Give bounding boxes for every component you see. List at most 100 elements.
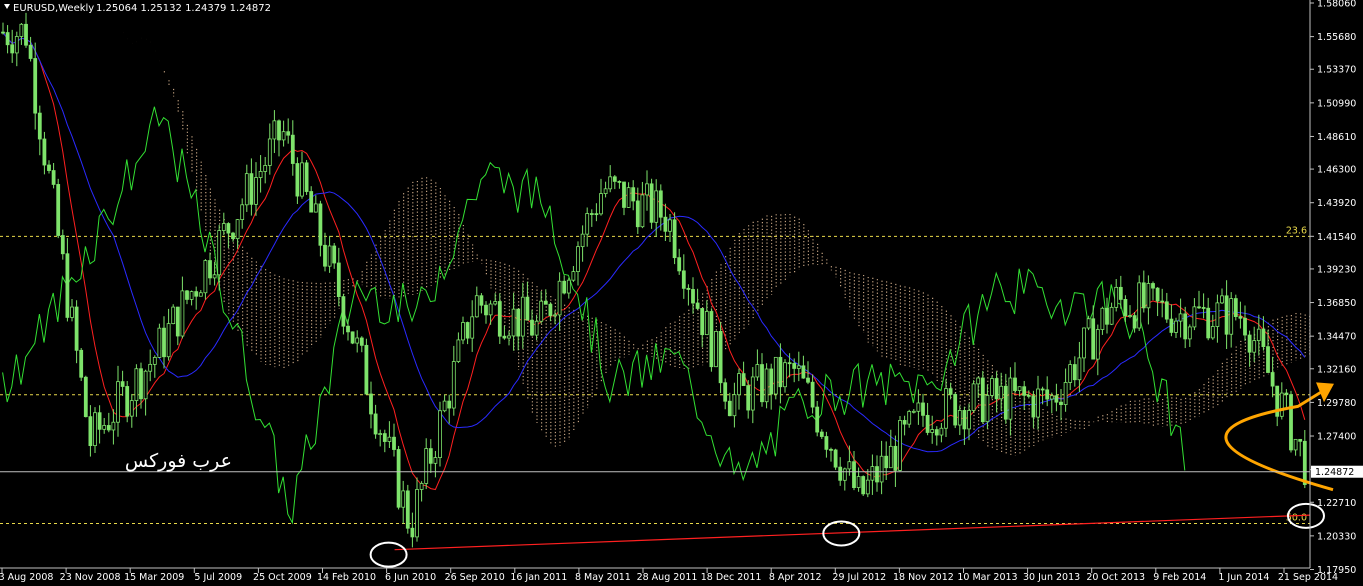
candle-body — [819, 431, 824, 437]
candle-body — [1132, 315, 1137, 329]
candle-body — [378, 433, 383, 435]
candle-body — [580, 233, 585, 248]
candle-body — [254, 177, 258, 205]
candle-body — [1026, 394, 1031, 397]
candle-body — [764, 368, 769, 403]
candle-body — [1128, 315, 1132, 318]
candle-body — [530, 319, 534, 336]
watermark-text: عرب فوركس — [125, 450, 232, 472]
candle-body — [198, 292, 203, 297]
candle-body — [1091, 318, 1096, 360]
candle-body — [401, 490, 406, 508]
candle-body — [962, 410, 967, 430]
candle-body — [967, 410, 971, 430]
candle-body — [543, 300, 548, 305]
candle-body — [746, 385, 751, 411]
candle-body — [1197, 306, 1201, 309]
candle-body — [921, 402, 925, 416]
candle-body — [1003, 385, 1008, 420]
candle-body — [300, 162, 304, 197]
price-chart[interactable]: 23.650.0 1.580601.556801.533701.509901.4… — [0, 0, 1363, 586]
candle-body — [815, 406, 820, 433]
candle-body — [1114, 286, 1119, 308]
candle-body — [985, 395, 990, 423]
candle-body — [447, 400, 452, 409]
candle-body — [948, 388, 953, 395]
candle-body — [562, 280, 567, 294]
candle-body — [373, 413, 378, 435]
candle-body — [934, 429, 939, 436]
candle-body — [208, 260, 212, 279]
candle-body — [548, 303, 553, 317]
candle-body — [622, 181, 626, 208]
candle-body — [842, 468, 847, 481]
candle-body — [106, 425, 111, 431]
candle-body — [497, 301, 502, 337]
candle-body — [1293, 438, 1298, 451]
chart-ohlc: 1.25064 1.25132 1.24379 1.24872 — [96, 3, 271, 14]
time-tick-label: 3 Aug 2008 — [0, 572, 53, 583]
candle-body — [1086, 318, 1091, 329]
candle-body — [125, 386, 130, 417]
candle-body — [888, 445, 893, 469]
time-tick-label: 14 Feb 2010 — [317, 572, 376, 583]
candle-body — [1100, 307, 1105, 330]
candle-body — [162, 327, 166, 358]
candle-body — [1252, 340, 1257, 353]
candle-body — [1155, 287, 1160, 302]
candle-body — [129, 400, 134, 417]
price-tick-label: 1.55680 — [1317, 32, 1356, 43]
candle-body — [451, 361, 456, 409]
time-tick-label: 18 Nov 2012 — [893, 572, 954, 583]
candle-body — [231, 232, 235, 240]
price-tick-label: 1.41540 — [1317, 232, 1356, 243]
candle-body — [382, 433, 387, 442]
price-tick-label: 1.43920 — [1317, 198, 1356, 209]
candle-body — [1289, 394, 1293, 451]
candle-body — [856, 476, 861, 488]
candle-body — [1068, 364, 1073, 383]
time-tick-label: 8 May 2011 — [575, 572, 631, 583]
candle-body — [599, 193, 603, 215]
candle-body — [304, 162, 309, 192]
price-tick-label: 1.36850 — [1317, 298, 1356, 309]
candle-body — [1072, 364, 1077, 381]
time-tick-label: 5 Jul 2009 — [194, 572, 242, 583]
candle-body — [139, 368, 143, 400]
candle-body — [212, 274, 217, 279]
candle-body — [1174, 320, 1178, 333]
candle-body — [1109, 306, 1114, 325]
candle-body — [1141, 282, 1146, 309]
candle-body — [861, 476, 866, 495]
candle-body — [88, 416, 93, 447]
candle-body — [120, 381, 125, 387]
price-tick-label: 1.32160 — [1317, 364, 1356, 375]
candle-body — [93, 412, 97, 447]
candle-body — [553, 314, 557, 317]
candle-body — [875, 466, 879, 483]
candle-body — [405, 490, 410, 529]
candle-body — [1279, 392, 1284, 417]
candle-body — [658, 190, 663, 218]
candle-body — [626, 187, 631, 208]
candle-body — [290, 134, 295, 164]
candle-body — [608, 176, 613, 190]
candle-body — [175, 306, 180, 337]
candle-body — [1013, 377, 1017, 391]
candle-body — [1187, 326, 1192, 340]
candle-body — [1036, 388, 1040, 418]
candle-body — [760, 364, 764, 403]
candle-body — [594, 213, 599, 216]
price-tick-label: 1.22710 — [1317, 498, 1356, 509]
candle-body — [1151, 283, 1155, 289]
candle-body — [539, 300, 544, 322]
candle-body — [419, 483, 424, 490]
candle-body — [70, 306, 74, 318]
candle-body — [244, 173, 249, 206]
candle-body — [911, 410, 916, 413]
candle-body — [852, 461, 856, 488]
candle-body — [930, 429, 935, 433]
candle-body — [511, 308, 516, 337]
candle-body — [668, 219, 672, 232]
candle-body — [714, 331, 718, 368]
